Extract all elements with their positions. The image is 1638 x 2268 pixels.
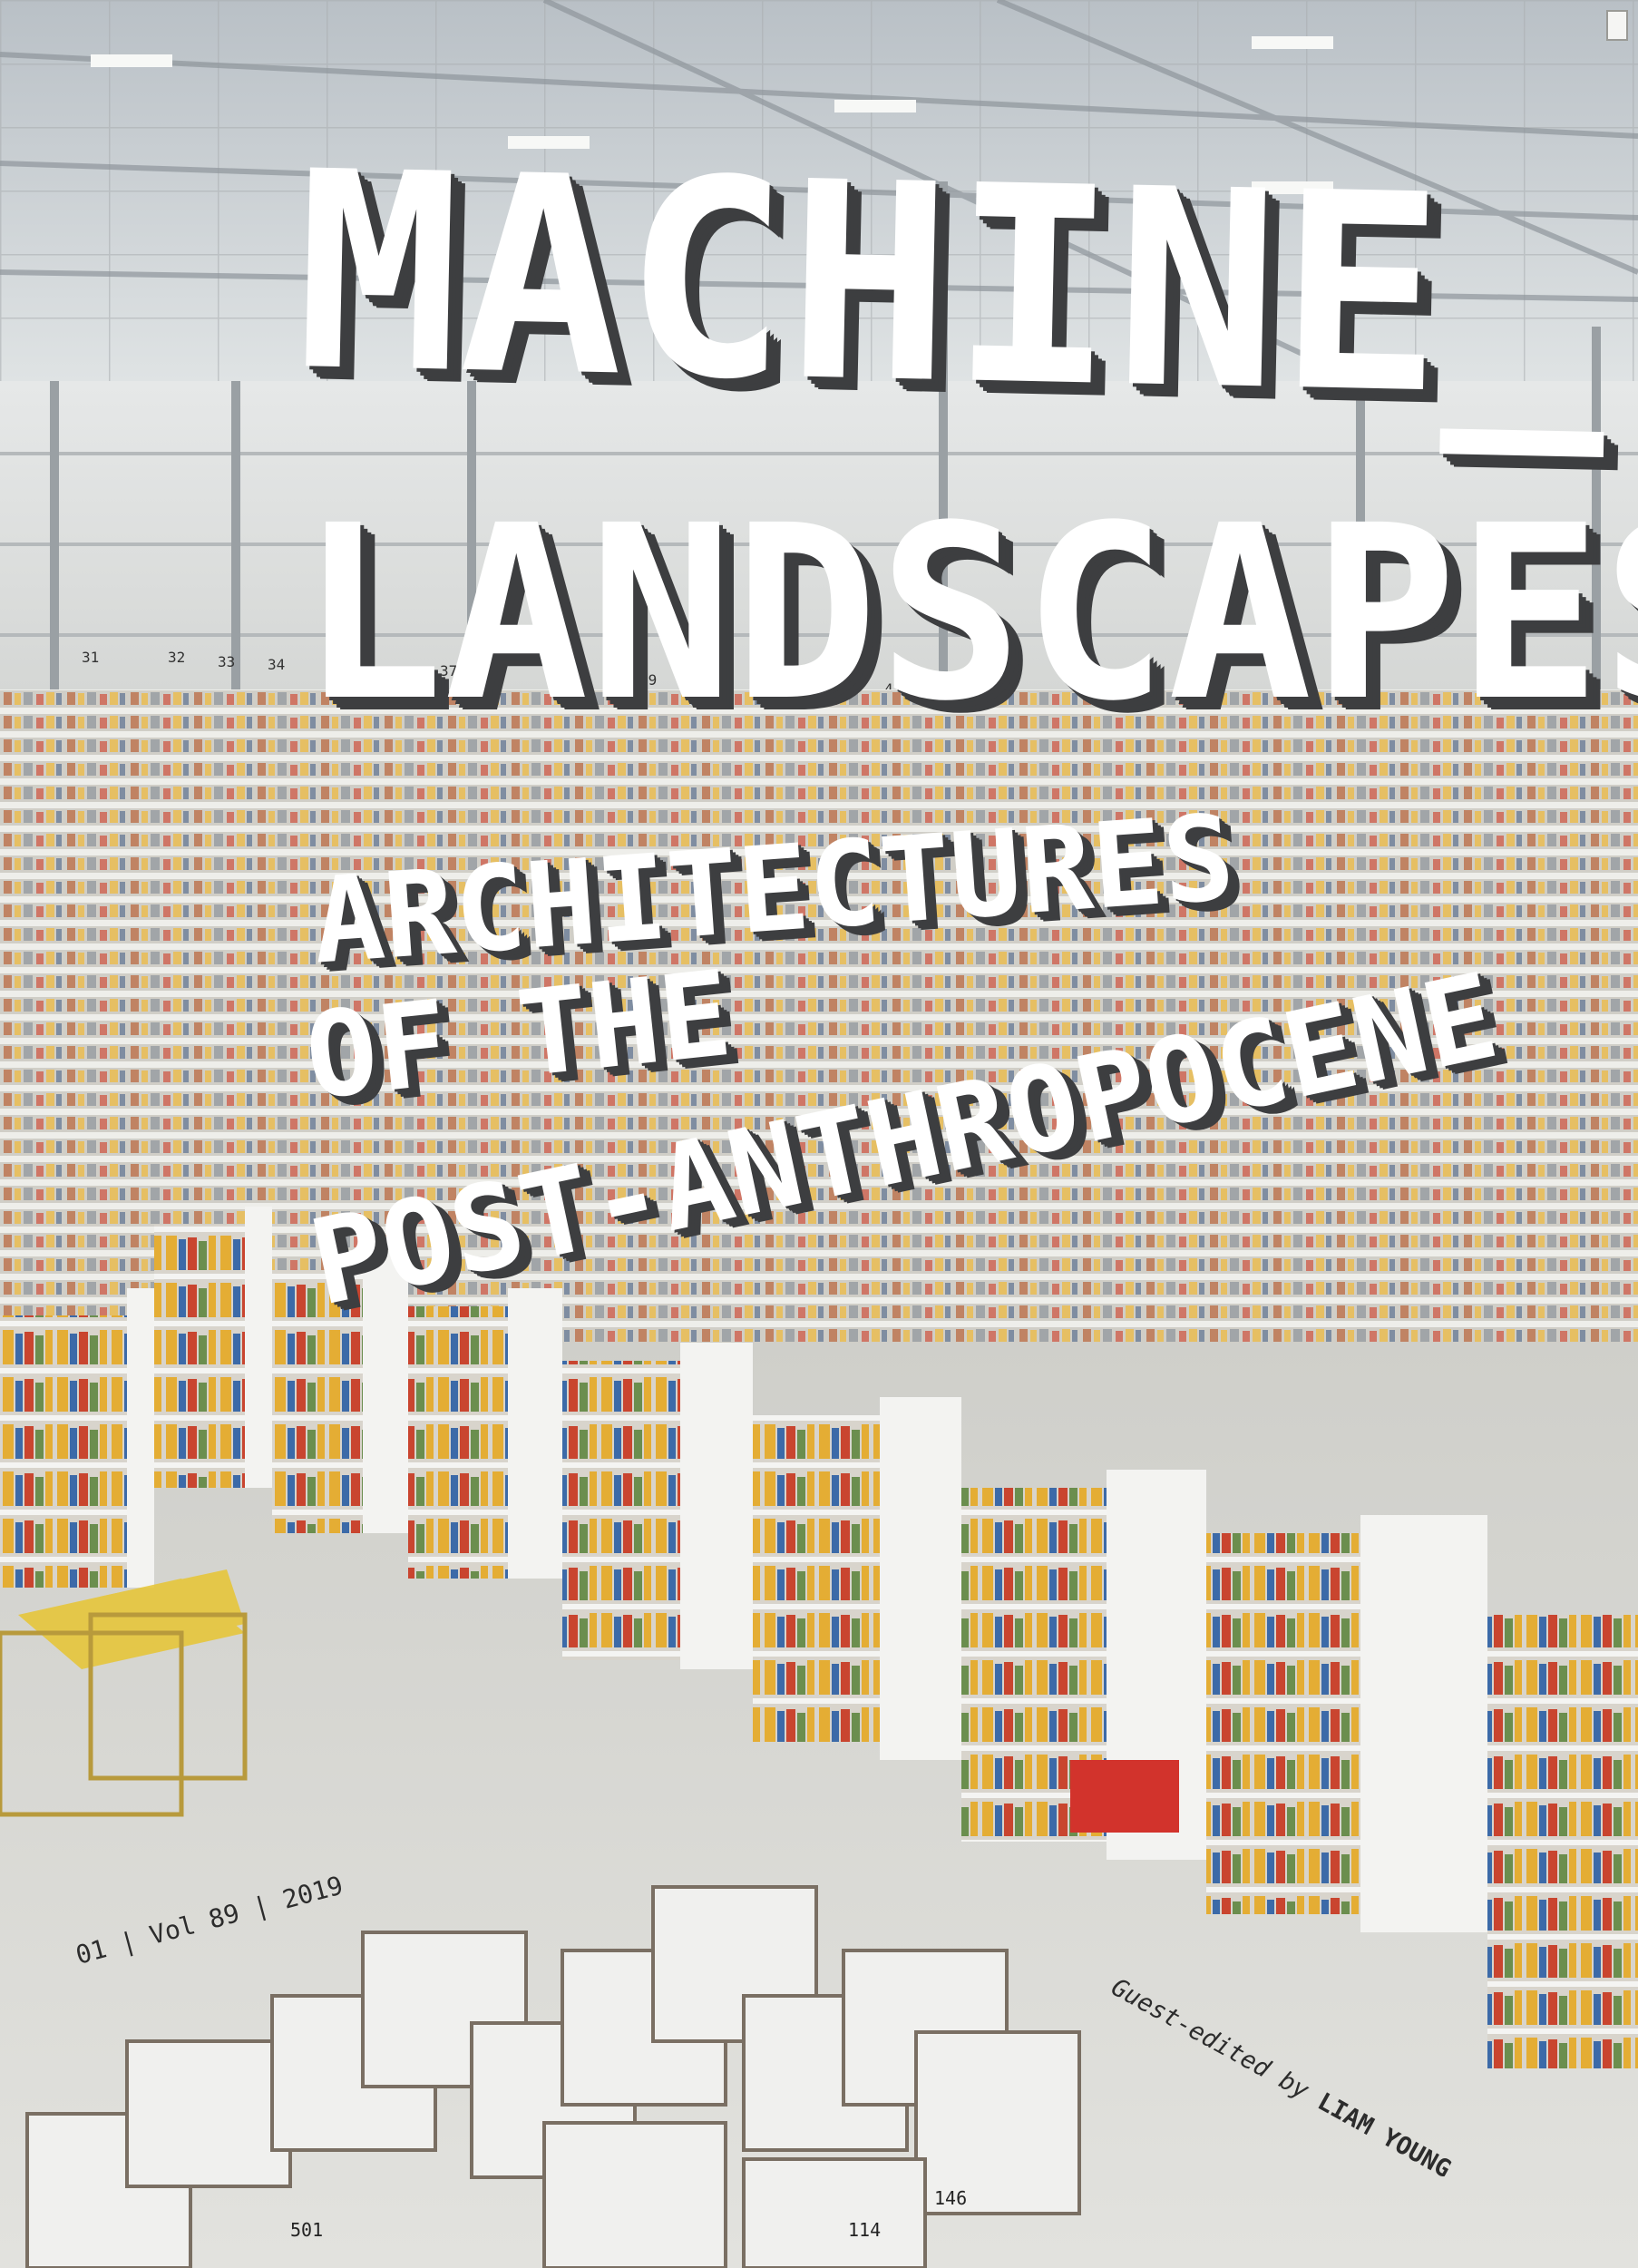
magazine-cover: 31 32 33 34 37 39 40 41 42 501 114 146 M… (0, 0, 1638, 2268)
svg-text:501: 501 (290, 2219, 323, 2241)
svg-text:33: 33 (218, 653, 235, 670)
corner-mark-icon (1606, 10, 1628, 41)
svg-text:146: 146 (934, 2187, 967, 2209)
svg-text:34: 34 (268, 656, 285, 673)
svg-text:31: 31 (82, 649, 99, 666)
svg-text:32: 32 (168, 649, 185, 666)
title-line-1: MACHINE_ (293, 113, 1611, 458)
title-line-2: LANDSCAPES (299, 474, 1638, 754)
svg-text:114: 114 (848, 2219, 881, 2241)
